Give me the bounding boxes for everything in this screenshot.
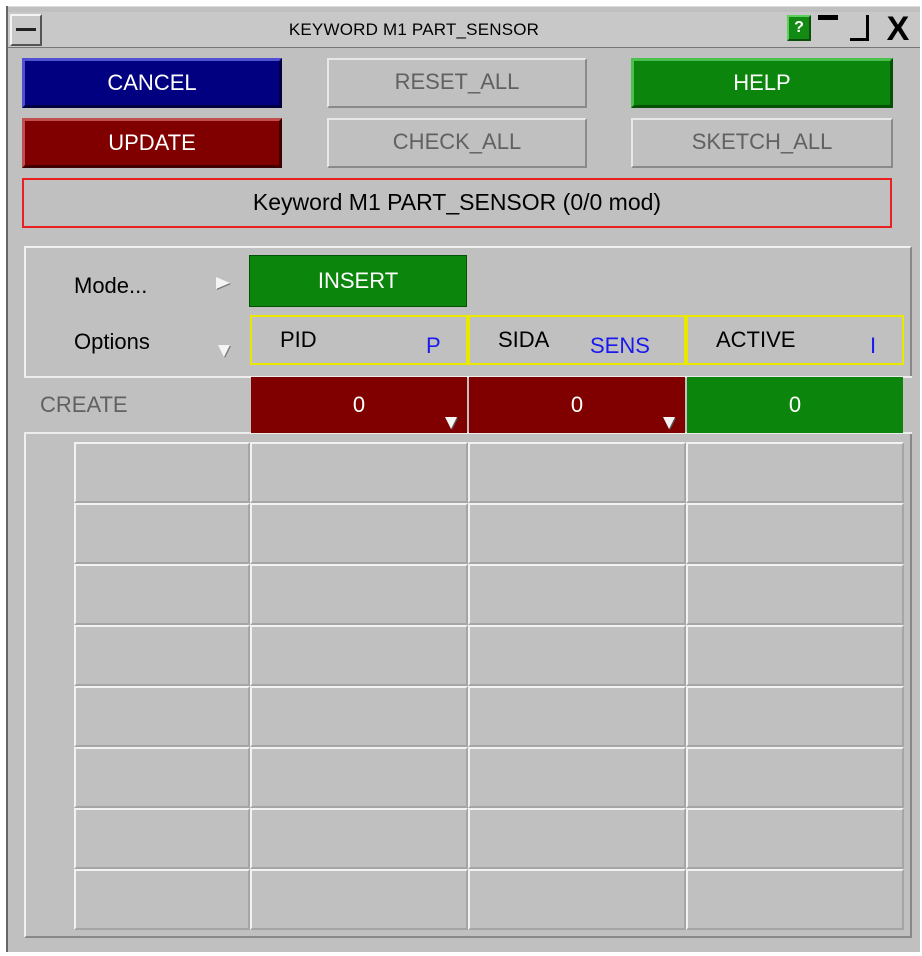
grid-cell[interactable] [468, 442, 686, 503]
dropdown-icon[interactable] [663, 417, 675, 429]
grid-cell[interactable] [250, 869, 468, 930]
mode-insert-button[interactable]: INSERT [249, 255, 467, 307]
field-value: 0 [788, 392, 802, 417]
maximize-icon[interactable] [848, 13, 876, 43]
close-icon[interactable]: X [880, 11, 916, 47]
arrow-down-icon[interactable] [218, 345, 230, 357]
create-label[interactable]: CREATE [40, 387, 128, 423]
grid-cell[interactable] [468, 686, 686, 747]
grid-cell[interactable] [74, 503, 250, 564]
check-all-button[interactable]: CHECK_ALL [327, 118, 587, 168]
options-label[interactable]: Options [74, 322, 150, 362]
grid-cell[interactable] [468, 747, 686, 808]
grid-cell[interactable] [468, 808, 686, 869]
window-menu-icon[interactable] [10, 14, 42, 46]
sida-value-field[interactable]: 0 [469, 377, 685, 433]
data-grid [74, 442, 904, 930]
active-value-field[interactable]: 0 [687, 377, 903, 433]
grid-cell[interactable] [250, 442, 468, 503]
grid-cell[interactable] [250, 564, 468, 625]
grid-cell[interactable] [74, 808, 250, 869]
grid-cell[interactable] [74, 747, 250, 808]
grid-cell[interactable] [74, 625, 250, 686]
grid-cell[interactable] [250, 747, 468, 808]
help-icon[interactable]: ? [787, 15, 811, 41]
grid-cell[interactable] [250, 503, 468, 564]
column-header-pid[interactable]: PID P [250, 315, 468, 365]
grid-cell[interactable] [74, 442, 250, 503]
grid-cell[interactable] [686, 564, 904, 625]
grid-cell[interactable] [468, 564, 686, 625]
grid-cell[interactable] [74, 686, 250, 747]
dropdown-icon[interactable] [445, 417, 457, 429]
reset-all-button[interactable]: RESET_ALL [327, 58, 587, 108]
grid-cell[interactable] [250, 625, 468, 686]
update-button[interactable]: UPDATE [22, 118, 282, 168]
grid-cell[interactable] [686, 686, 904, 747]
grid-cell[interactable] [468, 503, 686, 564]
column-header-active[interactable]: ACTIVE I [686, 315, 904, 365]
grid-cell[interactable] [686, 747, 904, 808]
grid-cell[interactable] [686, 625, 904, 686]
column-name: SIDA [498, 327, 550, 352]
arrow-right-icon[interactable] [216, 277, 230, 289]
column-unit: P [426, 333, 441, 358]
grid-cell[interactable] [468, 869, 686, 930]
grid-cell[interactable] [686, 442, 904, 503]
help-button[interactable]: HELP [631, 58, 893, 108]
column-name: PID [280, 327, 317, 352]
pid-value-field[interactable]: 0 [251, 377, 467, 433]
grid-cell[interactable] [686, 869, 904, 930]
column-name: ACTIVE [716, 327, 796, 352]
grid-cell[interactable] [686, 808, 904, 869]
sketch-all-button[interactable]: SKETCH_ALL [631, 118, 893, 168]
field-value: 0 [352, 392, 366, 417]
keyword-status-label: Keyword M1 PART_SENSOR (0/0 mod) [22, 178, 892, 228]
column-unit: SENS [590, 333, 650, 358]
cancel-button[interactable]: CANCEL [22, 58, 282, 108]
grid-cell[interactable] [250, 686, 468, 747]
grid-cell[interactable] [686, 503, 904, 564]
minimize-icon[interactable] [815, 13, 843, 43]
grid-cell[interactable] [74, 869, 250, 930]
window-frame-edge [6, 6, 8, 952]
window-title: KEYWORD M1 PART_SENSOR [288, 20, 540, 39]
grid-cell[interactable] [468, 625, 686, 686]
column-unit: I [870, 333, 877, 358]
mode-label[interactable]: Mode... [74, 266, 147, 306]
grid-cell[interactable] [250, 808, 468, 869]
column-header-sida[interactable]: SIDA SENS [468, 315, 686, 365]
field-value: 0 [570, 392, 584, 417]
grid-cell[interactable] [74, 564, 250, 625]
